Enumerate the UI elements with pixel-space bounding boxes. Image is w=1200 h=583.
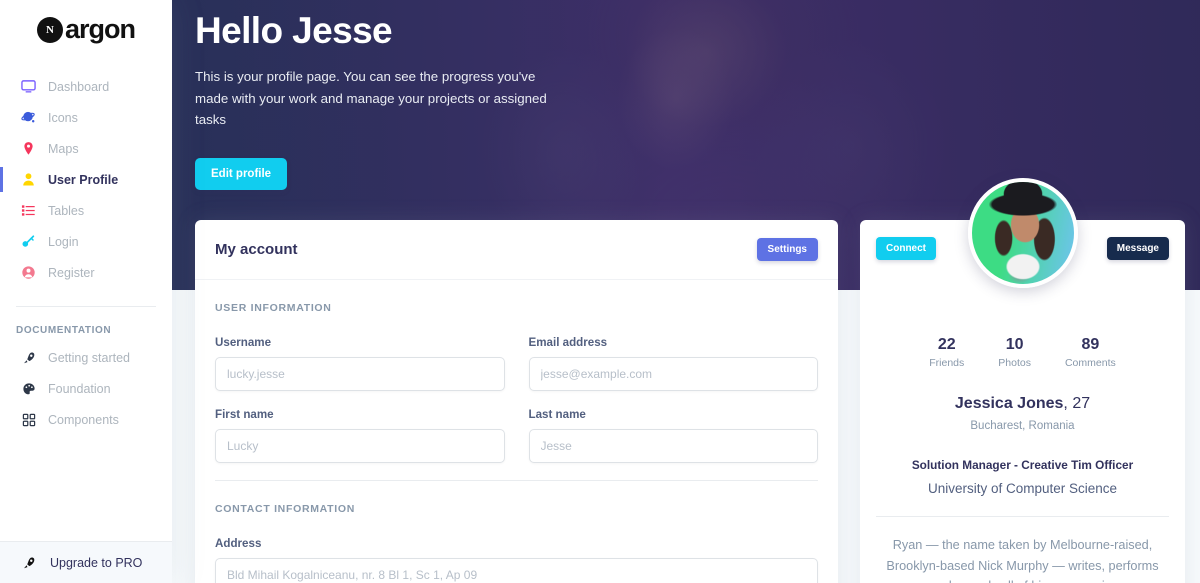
username-label: Username: [215, 336, 272, 349]
form-row-names: First name Last name: [215, 408, 818, 463]
spaceship-icon: [21, 350, 36, 365]
bullet-list-icon: [21, 203, 36, 218]
section-divider: [215, 480, 818, 481]
account-card-title: My account: [215, 241, 298, 258]
spaceship-icon: [21, 555, 36, 570]
stat-value: 10: [1005, 336, 1024, 353]
first-name-label: First name: [215, 408, 274, 421]
address-label: Address: [215, 537, 262, 550]
profile-job-title: Solution Manager - Creative Tim Officer: [911, 458, 1134, 472]
content-row: My account Settings USER INFORMATION Use…: [172, 178, 1200, 583]
stat-label: Photos: [998, 357, 1031, 369]
sidebar-item-label: Maps: [48, 141, 79, 156]
profile-card: Connect Message 22 Friends 10 Photos 89 …: [860, 178, 1185, 583]
contact-information-heading: CONTACT INFORMATION: [215, 503, 356, 515]
sidebar-doc-nav: Getting started Foundation Components: [0, 342, 172, 435]
profile-age: , 27: [1063, 395, 1091, 412]
edit-profile-button[interactable]: Edit profile: [195, 157, 288, 190]
username-input[interactable]: [215, 357, 505, 391]
user-information-heading: USER INFORMATION: [215, 302, 332, 314]
sidebar-item-label: User Profile: [48, 172, 119, 187]
sidebar: N argon Dashboard Icons Maps User Profil…: [0, 0, 172, 583]
sidebar-item-foundation[interactable]: Foundation: [0, 373, 172, 404]
form-row-address: Address: [215, 537, 818, 583]
brand-name: argon: [64, 14, 136, 44]
stat-value: 22: [937, 336, 956, 353]
my-account-card: My account Settings USER INFORMATION Use…: [195, 220, 838, 583]
sidebar-item-label: Login: [48, 234, 79, 249]
profile-name: Jessica Jones: [954, 395, 1064, 412]
sidebar-nav: Dashboard Icons Maps User Profile Tables…: [0, 71, 172, 288]
sidebar-item-getting-started[interactable]: Getting started: [0, 342, 172, 373]
palette-icon: [21, 381, 36, 396]
map-pin-icon: [21, 141, 36, 156]
address-input[interactable]: [215, 558, 818, 583]
profile-name-line: Jessica Jones, 27: [860, 395, 1185, 413]
address-field-group: Address: [215, 537, 818, 583]
user-circle-icon: [21, 265, 36, 280]
main-content: Hello Jesse This is your profile page. Y…: [172, 0, 1200, 583]
profile-location: Bucharest, Romania: [970, 420, 1075, 432]
first-name-field-group: First name: [215, 408, 505, 463]
last-name-field-group: Last name: [528, 408, 818, 463]
sidebar-item-label: Icons: [48, 110, 78, 125]
stat-value: 89: [1081, 336, 1100, 353]
argon-mark-icon: N: [36, 16, 63, 43]
account-card-body: USER INFORMATION Username Email address: [195, 280, 838, 583]
profile-bio: Ryan — the name taken by Melbourne-raise…: [886, 538, 1159, 583]
sidebar-item-register[interactable]: Register: [0, 257, 172, 288]
first-name-input[interactable]: [215, 429, 505, 463]
stat-label: Comments: [1064, 357, 1116, 369]
key-icon: [21, 234, 36, 249]
sidebar-documentation-heading: DOCUMENTATION: [16, 325, 112, 336]
sidebar-item-label: Register: [48, 265, 95, 280]
upgrade-label: Upgrade to PRO: [50, 555, 143, 570]
stat-label: Friends: [929, 357, 965, 369]
planet-icon: [21, 110, 36, 125]
profile-education: University of Computer Science: [927, 481, 1118, 496]
person-icon: [21, 172, 36, 187]
username-field-group: Username: [215, 336, 505, 391]
last-name-input[interactable]: [528, 429, 818, 463]
email-label: Email address: [528, 336, 608, 349]
sidebar-item-label: Getting started: [48, 350, 130, 365]
grid-icon: [21, 412, 36, 427]
settings-button[interactable]: Settings: [756, 238, 818, 261]
hero-subtitle: This is your profile page. You can see t…: [195, 69, 547, 128]
brand-logo[interactable]: N argon: [0, 0, 172, 71]
sidebar-item-components[interactable]: Components: [0, 404, 172, 435]
stat-comments: 89 Comments: [1065, 336, 1116, 369]
sidebar-item-tables[interactable]: Tables: [0, 195, 172, 226]
stat-photos: 10 Photos: [998, 336, 1031, 369]
sidebar-item-label: Tables: [48, 203, 85, 218]
last-name-label: Last name: [528, 408, 586, 421]
connect-button[interactable]: Connect: [876, 237, 936, 260]
account-card-header: My account Settings: [195, 220, 838, 280]
page-title: Hello Jesse: [195, 10, 393, 51]
sidebar-item-user-profile[interactable]: User Profile: [0, 164, 172, 195]
email-field-group: Email address: [528, 336, 818, 391]
sidebar-item-label: Components: [48, 412, 119, 427]
stat-friends: 22 Friends: [929, 336, 964, 369]
avatar-photo: [971, 182, 1074, 284]
message-button[interactable]: Message: [1106, 237, 1169, 260]
sidebar-item-label: Dashboard: [48, 79, 110, 94]
sidebar-item-maps[interactable]: Maps: [0, 133, 172, 164]
desktop-icon: [21, 79, 36, 94]
sidebar-item-label: Foundation: [48, 381, 111, 396]
sidebar-item-dashboard[interactable]: Dashboard: [0, 71, 172, 102]
app-root: N argon Dashboard Icons Maps User Profil…: [0, 0, 1200, 583]
form-row-credentials: Username Email address: [215, 336, 818, 391]
sidebar-item-icons[interactable]: Icons: [0, 102, 172, 133]
upgrade-to-pro-button[interactable]: Upgrade to PRO: [0, 541, 172, 583]
email-input[interactable]: [528, 357, 818, 391]
sidebar-item-login[interactable]: Login: [0, 226, 172, 257]
avatar[interactable]: [967, 178, 1078, 288]
